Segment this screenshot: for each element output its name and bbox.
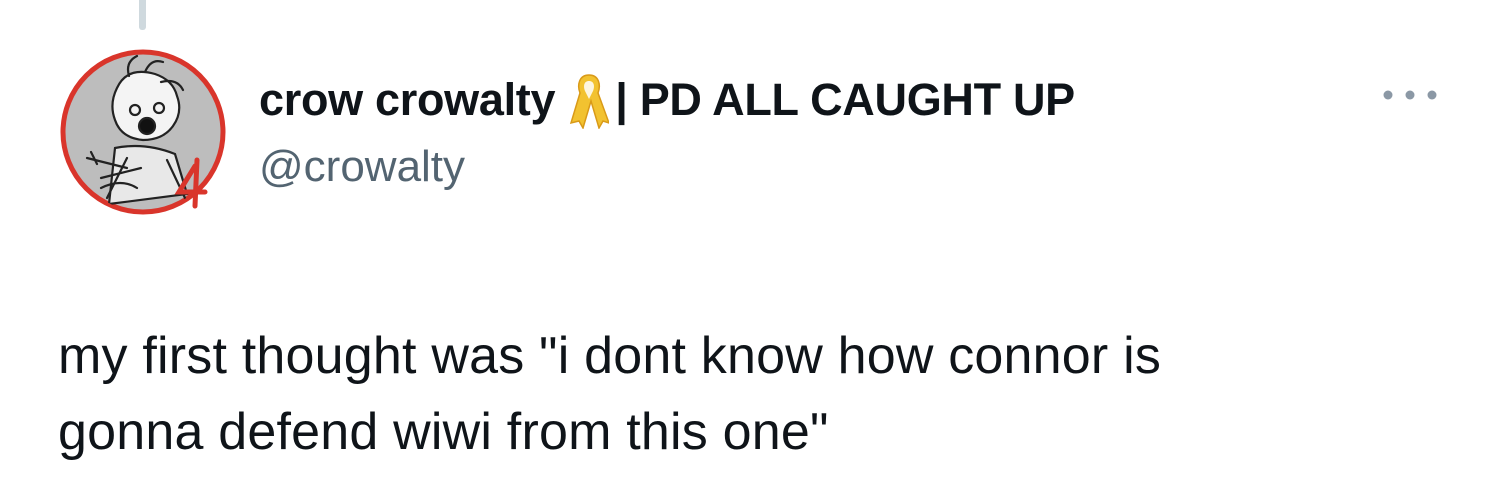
avatar[interactable] [57, 48, 229, 216]
avatar-drawing [60, 49, 226, 215]
author-handle[interactable]: @crowalty [259, 142, 465, 192]
tweet-text: my first thought was "i dont know how co… [58, 318, 1478, 470]
author-display-name[interactable]: crow crowalty [259, 74, 556, 126]
author-name-suffix: | PD ALL CAUGHT UP [615, 74, 1075, 125]
tweet-text-line: gonna defend wiwi from this one" [58, 403, 829, 461]
more-options-icon[interactable] [1378, 80, 1442, 110]
thread-connector-line [139, 0, 146, 30]
yellow-ribbon-icon [569, 71, 611, 130]
author-name-row[interactable]: crow crowalty | PD ALL CAUGHT UP [259, 70, 1075, 130]
tweet-text-line: my first thought was "i dont know how co… [58, 327, 1162, 385]
